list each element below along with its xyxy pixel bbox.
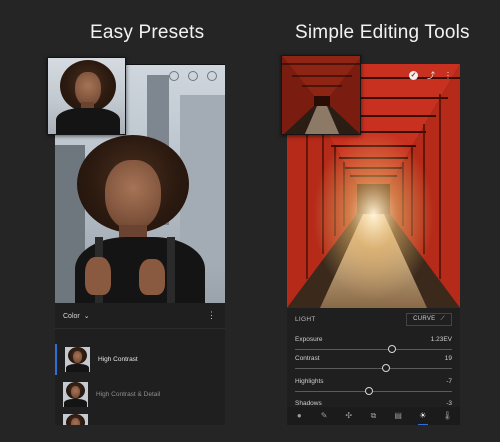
slider-knob[interactable]: [382, 364, 391, 372]
slider-knob[interactable]: [364, 387, 373, 395]
top-toolbar: ✓ ⤴ ⋮: [409, 71, 452, 80]
slider-value: -7: [446, 378, 452, 385]
slider-knob[interactable]: [388, 345, 397, 353]
light-panel: LIGHT CURVE ⟋ Exposure 1.23EV Contrast 1…: [287, 308, 460, 425]
presets-icon[interactable]: ▤: [393, 411, 403, 421]
profile-icon[interactable]: ●: [294, 411, 304, 421]
slider-value: 1.23EV: [430, 336, 452, 343]
slider-label: Contrast: [295, 355, 320, 362]
preset-label: High Contrast: [98, 356, 138, 363]
presets-panel: Color ⌄ ⋮ High Contrast High Contrast & …: [55, 303, 225, 425]
curve-button-label: CURVE: [413, 316, 436, 322]
before-thumbnail-portrait: [47, 57, 126, 135]
more-options-icon[interactable]: ⋮: [444, 71, 452, 80]
color-icon[interactable]: 🌡: [442, 411, 452, 421]
preset-group-selector[interactable]: Color ⌄ ⋮: [55, 303, 225, 329]
panel-title: LIGHT: [295, 315, 316, 323]
caption-simple-editing-tools: Simple Editing Tools: [295, 22, 470, 43]
brush-icon[interactable]: ✎: [319, 411, 329, 421]
undo-icon[interactable]: [169, 71, 179, 81]
preset-group-label: Color: [63, 312, 80, 320]
preset-thumbnail: [63, 382, 88, 407]
highlights-slider[interactable]: Highlights -7: [295, 378, 452, 400]
share-icon[interactable]: ⤴: [427, 71, 435, 80]
before-thumbnail-torii: [281, 55, 361, 135]
confirm-check-icon[interactable]: ✓: [409, 71, 418, 80]
torii-thumbnail-illustration: [282, 56, 360, 134]
slider-value: 19: [444, 355, 452, 362]
preset-item-high-contrast[interactable]: High Contrast: [55, 344, 225, 375]
healing-icon[interactable]: ✣: [344, 411, 354, 421]
slider-value: -3: [446, 400, 452, 407]
preset-item-high-contrast-detail[interactable]: High Contrast & Detail: [55, 379, 225, 410]
slider-label: Exposure: [295, 336, 323, 343]
curve-button[interactable]: CURVE ⟋: [406, 312, 452, 326]
contrast-slider[interactable]: Contrast 19: [295, 355, 452, 377]
slider-label: Highlights: [295, 378, 324, 385]
top-toolbar: [169, 71, 217, 81]
preset-thumbnail: [63, 414, 88, 425]
chevron-down-icon: ⌄: [83, 312, 90, 320]
more-options-icon[interactable]: ⋮: [207, 311, 216, 320]
edit-toolbar: ● ✎ ✣ ⧉ ▤ ☀ 🌡: [287, 407, 460, 425]
check-icon[interactable]: [207, 71, 217, 81]
preset-thumbnail: [65, 347, 90, 372]
light-panel-header: LIGHT CURVE ⟋: [287, 308, 460, 330]
settings-icon[interactable]: [188, 71, 198, 81]
crop-icon[interactable]: ⧉: [368, 411, 378, 421]
preset-label: High Contrast & Detail: [96, 391, 161, 398]
light-icon[interactable]: ☀: [417, 411, 428, 425]
caption-easy-presets: Easy Presets: [90, 22, 205, 43]
slider-label: Shadows: [295, 400, 322, 407]
preset-item-partial[interactable]: [55, 411, 225, 425]
curve-icon: ⟋: [440, 315, 445, 322]
